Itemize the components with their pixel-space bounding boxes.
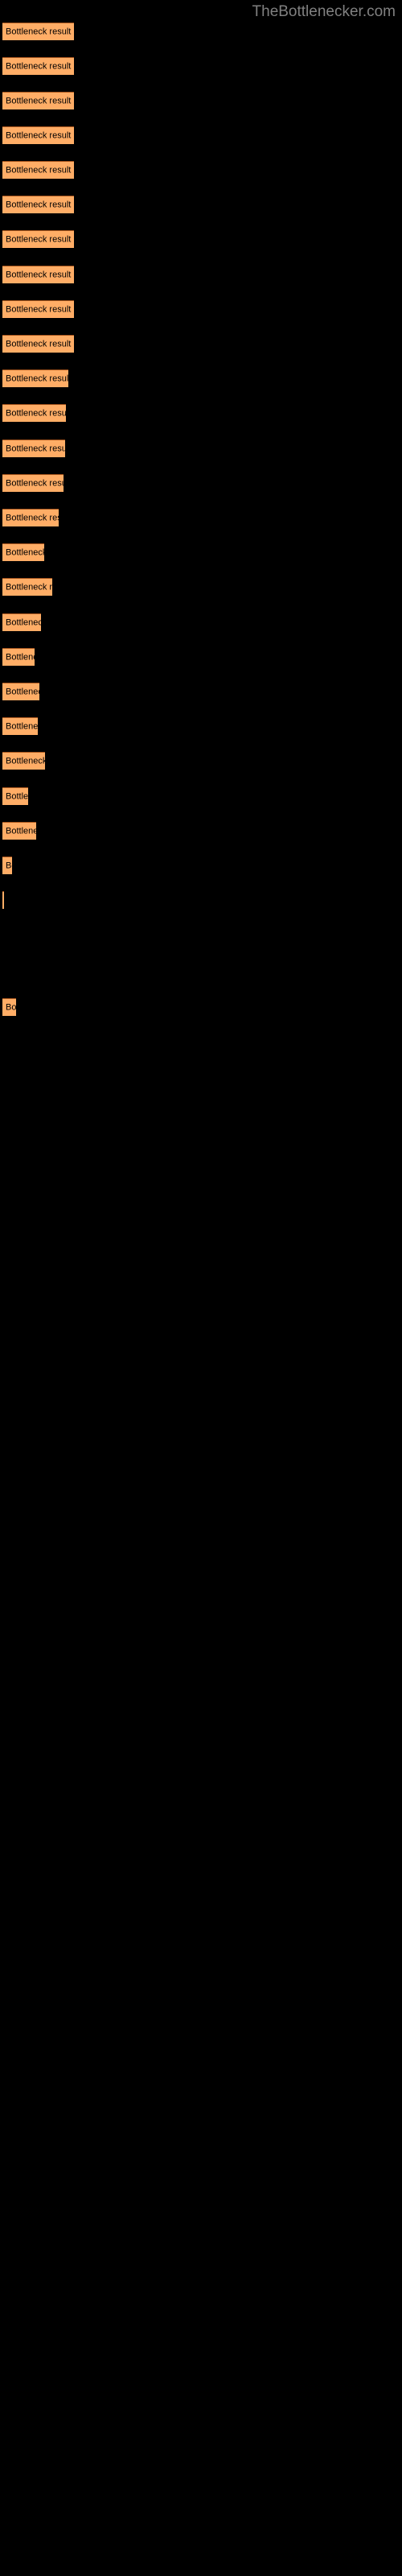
bar: Bottleneck result	[2, 474, 64, 492]
bar: Bottleneck result	[2, 266, 74, 283]
bar-label: Bottleneck result	[6, 339, 72, 349]
bar-label: Bottleneck result	[6, 547, 44, 557]
bar: Bottleneck result	[2, 440, 65, 457]
bar: Bottleneck result	[2, 126, 74, 144]
bar: Bottleneck result	[2, 23, 74, 40]
bar-label: Bottleneck result	[6, 130, 72, 140]
bar: Bottleneck result	[2, 683, 39, 700]
bar: Bottleneck result	[2, 857, 12, 874]
bar: Bottleneck result	[2, 648, 35, 666]
bar-label: Bottleneck result	[6, 444, 65, 453]
bar-label: Bottleneck result	[6, 721, 38, 731]
bar-label: Bottleneck result	[6, 687, 39, 696]
bar: Bottleneck result	[2, 335, 74, 353]
bar-label: Bottleneck result	[6, 652, 35, 662]
bar: Bottleneck result	[2, 404, 66, 422]
bar: Bottleneck result	[2, 161, 74, 179]
bar-label: Bottleneck result	[6, 270, 72, 279]
bar: Bottleneck result	[2, 230, 74, 248]
bar: Bottleneck result	[2, 578, 52, 596]
bar-label: Bottleneck result	[6, 27, 72, 36]
bar-label: Bottleneck result	[6, 513, 59, 522]
bar-label: Bottleneck result	[6, 478, 64, 488]
bar: Bottleneck result	[2, 543, 44, 561]
bar-label: Bottleneck result	[6, 61, 72, 71]
bar: Bottleneck result	[2, 752, 45, 770]
bar-label: Bottleneck result	[6, 234, 72, 244]
bar: Bottleneck result	[2, 92, 74, 109]
bar: Bottleneck result	[2, 998, 16, 1016]
bar-label: Bottleneck result	[6, 96, 72, 105]
bar: Bottleneck result	[2, 509, 59, 526]
bar-label: Bottleneck result	[6, 617, 41, 627]
bar-label: Bottleneck result	[6, 408, 66, 418]
bar: Bottleneck result	[2, 613, 41, 631]
bottleneck-result-bar-chart: Bottleneck result Bottleneck result Bottle…	[0, 0, 402, 2576]
bar-hairline	[2, 891, 4, 909]
bar: Bottleneck result	[2, 196, 74, 213]
bar: Bottleneck result	[2, 717, 38, 735]
bar: Bottleneck result	[2, 57, 74, 75]
bar-label: Bottleneck result	[6, 1002, 16, 1012]
bar-label: Bottleneck result	[6, 791, 28, 801]
bar: Bottleneck result	[2, 369, 68, 387]
bar-label: Bottleneck result	[6, 374, 68, 383]
bar-label: Bottleneck result	[6, 756, 45, 766]
bar: Bottleneck result	[2, 787, 28, 805]
bar-label: Bottleneck result	[6, 861, 12, 870]
bar-label: Bottleneck result	[6, 165, 72, 175]
bar-label: Bottleneck result	[6, 200, 72, 209]
bar-label: Bottleneck result	[6, 582, 52, 592]
bar-label: Bottleneck result	[6, 304, 72, 314]
bar: Bottleneck result	[2, 822, 36, 840]
bar: Bottleneck result	[2, 300, 74, 318]
bar-label: Bottleneck result	[6, 826, 36, 836]
